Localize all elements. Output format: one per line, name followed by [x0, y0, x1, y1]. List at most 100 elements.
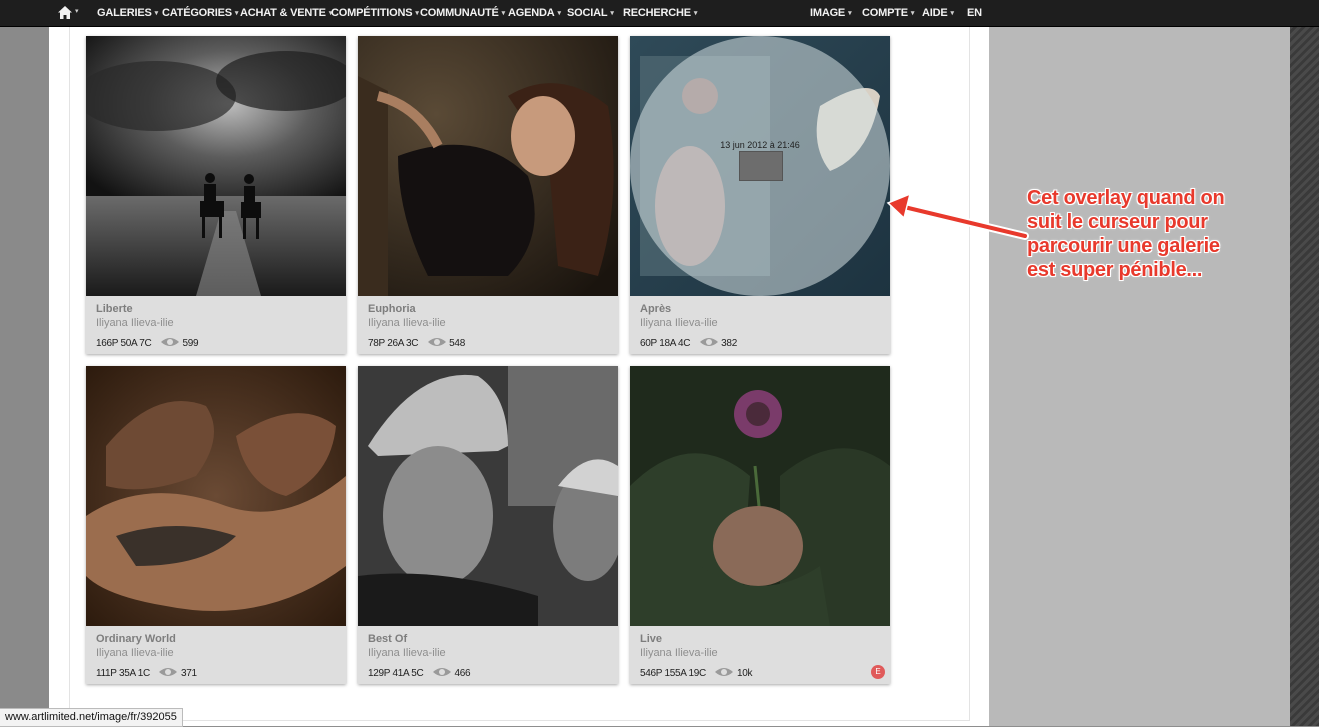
stats-counts: 111P 35A 1C: [96, 668, 150, 679]
chevron-down-icon: ▾: [557, 10, 561, 17]
chevron-down-icon: ▾: [154, 10, 159, 17]
stats-counts: 60P 18A 4C: [640, 338, 691, 349]
card-title[interactable]: Live: [640, 633, 662, 645]
nav-label: COMMUNAUTÉ: [420, 7, 499, 19]
nav-label: AIDE: [922, 7, 948, 19]
editor-badge: E: [871, 665, 885, 679]
gallery-card[interactable]: Ordinary World Iliyana Ilieva-ilie 111P …: [86, 366, 346, 684]
right-edge-pattern: [1290, 26, 1319, 726]
nav-image[interactable]: IMAGE ▾: [810, 0, 852, 26]
nav-label: ACHAT & VENTE: [240, 7, 326, 19]
gallery-card[interactable]: Euphoria Iliyana Ilieva-ilie 78P 26A 3C …: [358, 36, 618, 354]
nav-social[interactable]: SOCIAL ▾: [567, 0, 614, 26]
card-photo[interactable]: [358, 36, 618, 296]
view-count: 466: [454, 668, 471, 679]
card-photo[interactable]: [86, 366, 346, 626]
stats-counts: 166P 50A 7C: [96, 338, 152, 349]
chevron-down-icon: ▾: [610, 10, 614, 17]
card-author[interactable]: Iliyana Ilieva-ilie: [96, 317, 174, 329]
card-stats: 129P 41A 5C 466: [368, 666, 471, 679]
card-photo[interactable]: 13 jun 2012 à 21:46: [630, 36, 890, 296]
gallery-card[interactable]: Live Iliyana Ilieva-ilie 546P 155A 19C 1…: [630, 366, 890, 684]
nav-label: CATÉGORIES: [162, 7, 232, 19]
annotation-line: suit le curseur pour: [1027, 211, 1208, 233]
card-stats: 78P 26A 3C 548: [368, 336, 465, 349]
chevron-down-icon: ▾: [950, 10, 954, 17]
nav-label: SOCIAL: [567, 7, 608, 19]
stats-counts: 546P 155A 19C: [640, 668, 706, 679]
top-navigation-bar: ▾ GALERIES ▾ CATÉGORIES ▾ ACHAT & VENTE ▾ C…: [0, 0, 1319, 27]
annotation-line: Cet overlay quand on: [1027, 187, 1225, 209]
nav-galeries[interactable]: GALERIES ▾: [97, 0, 158, 26]
view-count: 548: [449, 338, 465, 349]
chevron-down-icon: ▾: [910, 10, 915, 17]
card-author[interactable]: Iliyana Ilieva-ilie: [640, 647, 718, 659]
overlay-date: 13 jun 2012 à 21:46: [720, 140, 800, 150]
stats-counts: 78P 26A 3C: [368, 338, 419, 349]
card-author[interactable]: Iliyana Ilieva-ilie: [96, 647, 174, 659]
card-stats: 111P 35A 1C 371: [96, 666, 197, 679]
annotation-text: Cet overlay quand on suit le curseur pou…: [1027, 186, 1289, 282]
right-panel: [989, 26, 1290, 726]
card-photo[interactable]: [630, 366, 890, 626]
stats-counts: 129P 41A 5C: [368, 668, 424, 679]
eye-icon: [159, 668, 178, 676]
eye-icon: [715, 668, 734, 676]
eye-icon: [427, 338, 446, 346]
eye-icon: [432, 668, 451, 676]
view-count: 382: [721, 338, 737, 349]
card-stats: 60P 18A 4C 382: [640, 336, 737, 349]
card-stats: 166P 50A 7C 599: [96, 336, 199, 349]
nav-categories[interactable]: CATÉGORIES ▾: [162, 0, 238, 26]
view-count: 599: [182, 338, 199, 349]
left-background: [0, 26, 49, 726]
view-count: 10k: [736, 668, 753, 679]
eye-icon: [160, 338, 179, 346]
nav-compte[interactable]: COMPTE ▾: [862, 0, 914, 26]
card-title[interactable]: Best Of: [368, 633, 407, 645]
nav-agenda[interactable]: AGENDA ▾: [508, 0, 561, 26]
card-photo[interactable]: [86, 36, 346, 296]
card-stats: 546P 155A 19C 10k: [640, 666, 752, 679]
nav-achat-vente[interactable]: ACHAT & VENTE ▾: [240, 0, 332, 26]
nav-label: IMAGE: [810, 7, 846, 19]
gallery-card[interactable]: Best Of Iliyana Ilieva-ilie 129P 41A 5C …: [358, 366, 618, 684]
nav-label: RECHERCHE: [623, 7, 691, 19]
home-icon: [58, 6, 72, 19]
nav-recherche[interactable]: RECHERCHE ▾: [623, 0, 697, 26]
nav-aide[interactable]: AIDE ▾: [922, 0, 954, 26]
chevron-down-icon: ▾: [75, 8, 79, 15]
status-bar-url: www.artlimited.net/image/fr/392055: [0, 708, 183, 727]
card-author[interactable]: Iliyana Ilieva-ilie: [368, 317, 446, 329]
card-title[interactable]: Liberte: [96, 303, 133, 315]
chevron-down-icon: ▾: [234, 10, 239, 17]
chevron-down-icon: ▾: [848, 10, 852, 17]
card-author[interactable]: Iliyana Ilieva-ilie: [640, 317, 718, 329]
nav-label: COMPTE: [862, 7, 908, 19]
card-photo[interactable]: [358, 366, 618, 626]
hover-overlay[interactable]: 13 jun 2012 à 21:46: [630, 36, 890, 296]
nav-communaute[interactable]: COMMUNAUTÉ ▾: [420, 0, 505, 26]
annotation-line: est super pénible...: [1027, 259, 1203, 281]
home-button[interactable]: ▾: [58, 6, 79, 20]
gallery-card[interactable]: Liberte Iliyana Ilieva-ilie 166P 50A 7C …: [86, 36, 346, 354]
view-count: 371: [180, 668, 197, 679]
nav-label: GALERIES: [97, 7, 152, 19]
chevron-down-icon: ▾: [501, 10, 506, 17]
chevron-down-icon: ▾: [415, 10, 419, 17]
annotation-arrow: [886, 192, 1029, 240]
card-author[interactable]: Iliyana Ilieva-ilie: [368, 647, 446, 659]
nav-label: AGENDA: [508, 7, 555, 19]
card-title[interactable]: Ordinary World: [96, 633, 176, 645]
chevron-down-icon: ▾: [693, 10, 698, 17]
card-title[interactable]: Après: [640, 303, 671, 315]
nav-label: EN: [967, 7, 982, 19]
gallery-card[interactable]: 13 jun 2012 à 21:46 Après Iliyana Ilieva…: [630, 36, 890, 354]
annotation-line: parcourir une galerie: [1027, 235, 1220, 257]
eye-icon: [699, 338, 718, 346]
nav-competitions[interactable]: COMPÉTITIONS ▾: [331, 0, 419, 26]
overlay-thumbnail: [739, 151, 783, 181]
nav-label: COMPÉTITIONS: [331, 7, 413, 19]
card-title[interactable]: Euphoria: [368, 303, 416, 315]
language-switch[interactable]: EN: [967, 0, 982, 26]
